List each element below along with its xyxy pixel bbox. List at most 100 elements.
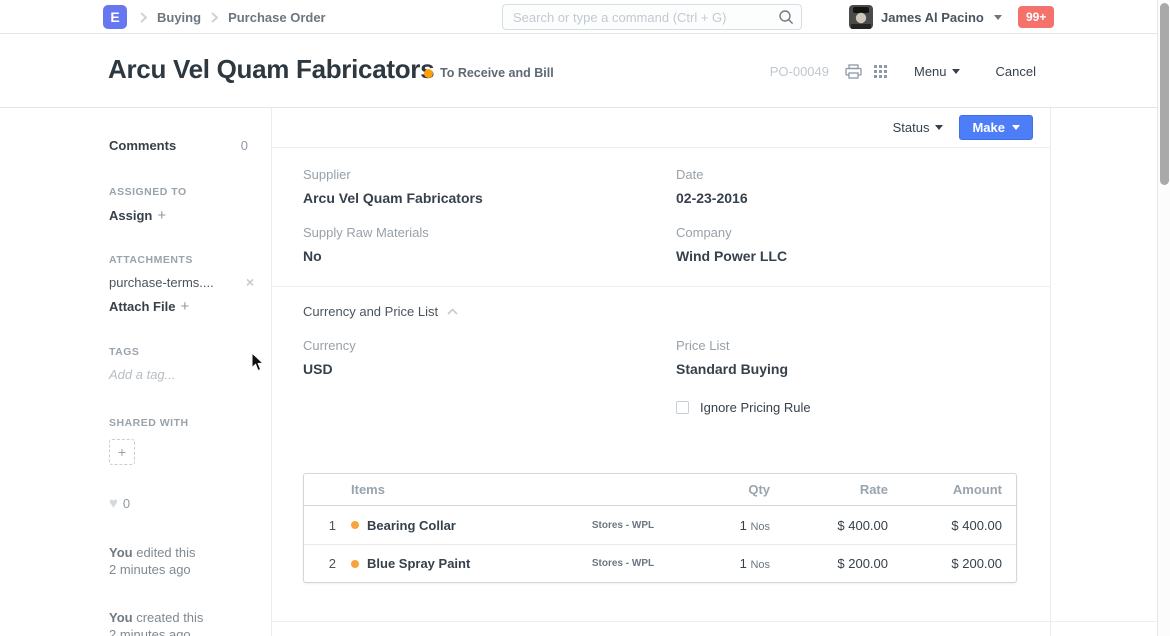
remove-attachment-icon[interactable]: × [246,274,254,290]
field-value[interactable]: USD [303,361,645,377]
print-icon[interactable] [843,62,864,81]
form-sidebar: Comments 0 ASSIGNED TO Assign+ ATTACHMEN… [0,108,271,636]
heart-icon[interactable]: ♥ [109,495,118,512]
activity-action: created this [136,610,203,625]
status-indicator-dot [424,69,433,78]
chevron-down-icon [994,15,1002,20]
assign-label: Assign [109,208,152,223]
item-qty: 1 Nos [688,518,770,533]
ignore-pricing-rule-row: Ignore Pricing Rule [676,400,1019,415]
field-supplier: Supplier Arcu Vel Quam Fabricators [303,167,645,206]
form-section-currency: Currency and Price List Currency USD Pri… [272,287,1050,434]
section-collapse-toggle[interactable]: Currency and Price List [272,304,1050,319]
activity-action: edited this [136,545,195,560]
section-title: Currency and Price List [303,304,438,319]
comments-label: Comments [109,138,176,153]
breadcrumb-purchase-order[interactable]: Purchase Order [228,10,326,25]
user-name: James Al Pacino [881,10,984,25]
make-button-label: Make [972,120,1005,135]
comments-count: 0 [241,138,248,153]
checkbox-label: Ignore Pricing Rule [700,400,811,415]
form-body: Status Make Supplier Arcu Vel Quam Fabri… [271,108,1051,636]
tags-heading: TAGS [109,346,139,358]
field-date: Date 02-23-2016 [676,167,1019,206]
app-logo[interactable]: E [103,5,127,29]
attach-file-button[interactable]: Attach File+ [109,298,189,316]
activity-user: You [109,610,133,625]
make-button[interactable]: Make [959,115,1033,140]
activity-created: You created this 2 minutes ago [109,609,203,636]
user-menu[interactable]: James Al Pacino [849,0,1002,34]
assigned-to-heading: ASSIGNED TO [109,186,187,198]
attachment-row: purchase-terms.... × [109,274,254,290]
ignore-pricing-rule-checkbox[interactable] [676,401,689,414]
field-value[interactable]: No [303,248,645,264]
avatar [849,5,873,29]
app-window: E Buying Purchase Order James Al Pacino … [0,0,1170,636]
like-row: ♥ 0 [109,495,130,512]
cancel-button[interactable]: Cancel [996,64,1036,79]
page-title: Arcu Vel Quam Fabricators [108,54,434,85]
field-value[interactable]: Wind Power LLC [676,248,1019,264]
section-divider [271,621,1157,622]
field-value[interactable]: Standard Buying [676,361,1019,377]
page-actions: PO-00049 Menu Cancel [770,35,1036,108]
status-dropdown-label: Status [893,120,930,135]
document-id: PO-00049 [770,64,829,79]
sidebar-comments[interactable]: Comments 0 [109,138,248,153]
field-label: Currency [303,338,645,353]
row-index: 2 [304,556,351,571]
table-row[interactable]: 2 Blue Spray Paint Stores - WPL 1 Nos $ … [304,544,1016,582]
item-amount: $ 200.00 [888,556,1002,571]
field-price-list: Price List Standard Buying Ignore Pricin… [676,338,1019,415]
chevron-right-icon [211,12,218,23]
qty-value: 1 [740,556,747,571]
items-grid-header: Items Qty Rate Amount [304,474,1016,506]
attachment-link[interactable]: purchase-terms.... [109,275,214,290]
grid-view-icon[interactable] [872,63,890,81]
breadcrumb-buying[interactable]: Buying [157,10,201,25]
chevron-down-icon [935,125,943,130]
chevron-down-icon [1012,125,1020,130]
assign-button[interactable]: Assign+ [109,207,166,225]
chevron-down-icon [952,69,960,74]
item-qty: 1 Nos [688,556,770,571]
item-amount: $ 400.00 [888,518,1002,533]
item-rate: $ 400.00 [770,518,888,533]
field-value[interactable]: Arcu Vel Quam Fabricators [303,190,645,206]
field-label: Price List [676,338,1019,353]
search-input[interactable] [502,4,802,30]
field-value[interactable]: 02-23-2016 [676,190,1019,206]
status-dropdown[interactable]: Status [893,120,944,135]
form-toolbar: Status Make [272,108,1050,148]
attach-file-label: Attach File [109,299,175,314]
field-label: Date [676,167,1019,182]
menu-button[interactable]: Menu [914,64,960,79]
notifications-badge[interactable]: 99+ [1018,6,1054,28]
scrollbar-track[interactable] [1157,0,1170,636]
navbar: E Buying Purchase Order James Al Pacino … [0,0,1170,34]
activity-time: 2 minutes ago [109,627,191,636]
field-label: Supplier [303,167,645,182]
field-company: Company Wind Power LLC [676,225,1019,264]
add-tag-input[interactable]: Add a tag... [109,367,176,382]
global-search [502,4,802,30]
row-index: 1 [304,518,351,533]
likes-count: 0 [123,496,130,511]
status-text: To Receive and Bill [440,66,554,80]
document-status: To Receive and Bill [424,66,554,80]
scrollbar-thumb[interactable] [1160,3,1169,185]
shared-with-heading: SHARED WITH [109,417,189,429]
amount-header: Amount [888,482,1002,497]
table-row[interactable]: 1 Bearing Collar Stores - WPL 1 Nos $ 40… [304,506,1016,544]
qty-uom: Nos [750,521,770,533]
add-share-button[interactable]: + [109,439,135,465]
activity-time: 2 minutes ago [109,562,191,577]
menu-label: Menu [914,64,947,79]
item-name: Blue Spray Paint [367,556,470,571]
activity-user: You [109,545,133,560]
items-header: Items [351,482,558,497]
search-icon[interactable] [778,9,794,25]
field-label: Company [676,225,1019,240]
rate-header: Rate [770,482,888,497]
